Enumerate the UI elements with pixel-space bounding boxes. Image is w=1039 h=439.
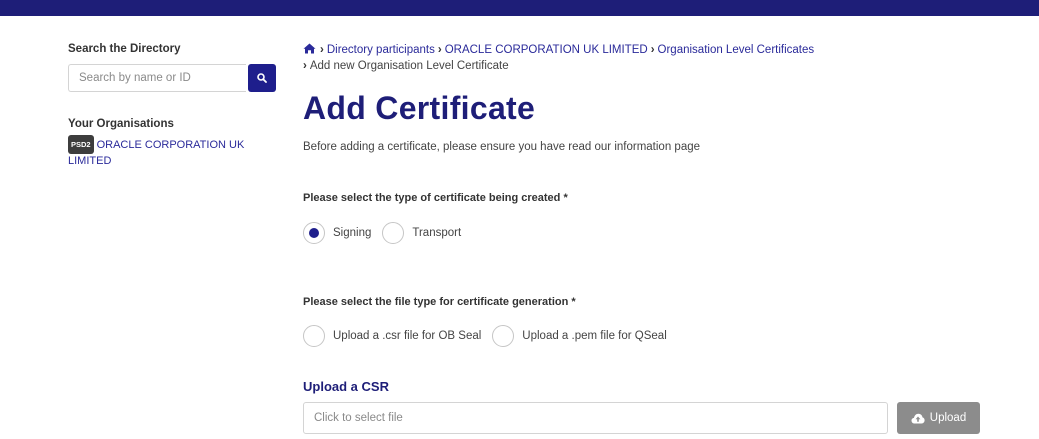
radio-label-csr: Upload a .csr file for OB Seal [333,330,482,342]
radio-pem[interactable] [492,325,515,347]
intro-text: Before adding a certificate, please ensu… [303,141,701,153]
page-title: Add Certificate [303,90,536,126]
cloud-upload-icon [911,413,925,423]
breadcrumb-separator: › [437,44,442,56]
breadcrumb-separator: › [303,60,307,72]
search-row [68,64,276,92]
search-icon [257,73,267,83]
upload-button[interactable]: Upload [897,402,980,434]
psd2-badge: PSD2 [68,135,94,154]
home-icon[interactable] [303,43,316,54]
organisation-entry: PSD2 ORACLE CORPORATION UK LIMITED [68,135,278,169]
upload-csr-heading: Upload a CSR [303,379,389,394]
radio-csr[interactable] [303,325,325,347]
radio-label-pem: Upload a .pem file for QSeal [522,330,667,342]
certificate-type-radio-group: Signing Transport [303,222,472,244]
radio-signing[interactable] [303,222,325,244]
breadcrumb-separator: › [650,44,655,56]
your-organisations-heading: Your Organisations [68,118,174,130]
file-type-radio-group: Upload a .csr file for OB Seal Upload a … [303,325,678,347]
radio-option-transport[interactable]: Transport [382,222,461,244]
search-button[interactable] [248,64,276,92]
file-type-label: Please select the file type for certific… [303,296,576,308]
radio-label-transport: Transport [412,227,462,239]
breadcrumb: › Directory participants › ORACLE CORPORATI… [303,42,1003,74]
file-select-input[interactable]: Click to select file [303,402,888,434]
certificate-type-label: Please select the type of certificate be… [303,192,568,204]
radio-option-csr[interactable]: Upload a .csr file for OB Seal [303,325,481,347]
radio-label-signing: Signing [333,227,372,239]
breadcrumb-separator: › [320,44,324,56]
breadcrumb-directory-participants[interactable]: Directory participants [327,44,435,56]
search-heading: Search the Directory [68,43,181,55]
upload-button-label: Upload [929,412,967,424]
search-input[interactable] [68,64,246,92]
sidebar: Search the Directory Your Organisations … [68,43,278,169]
radio-transport[interactable] [382,222,405,244]
organisation-link[interactable]: ORACLE CORPORATION UK LIMITED [68,139,244,167]
radio-option-signing[interactable]: Signing [303,222,371,244]
breadcrumb-org-level-certificates[interactable]: Organisation Level Certificates [658,44,815,56]
breadcrumb-current: Add new Organisation Level Certificate [309,60,509,72]
radio-option-pem[interactable]: Upload a .pem file for QSeal [492,325,667,347]
top-bar [0,0,1039,16]
breadcrumb-organisation[interactable]: ORACLE CORPORATION UK LIMITED [445,44,648,56]
